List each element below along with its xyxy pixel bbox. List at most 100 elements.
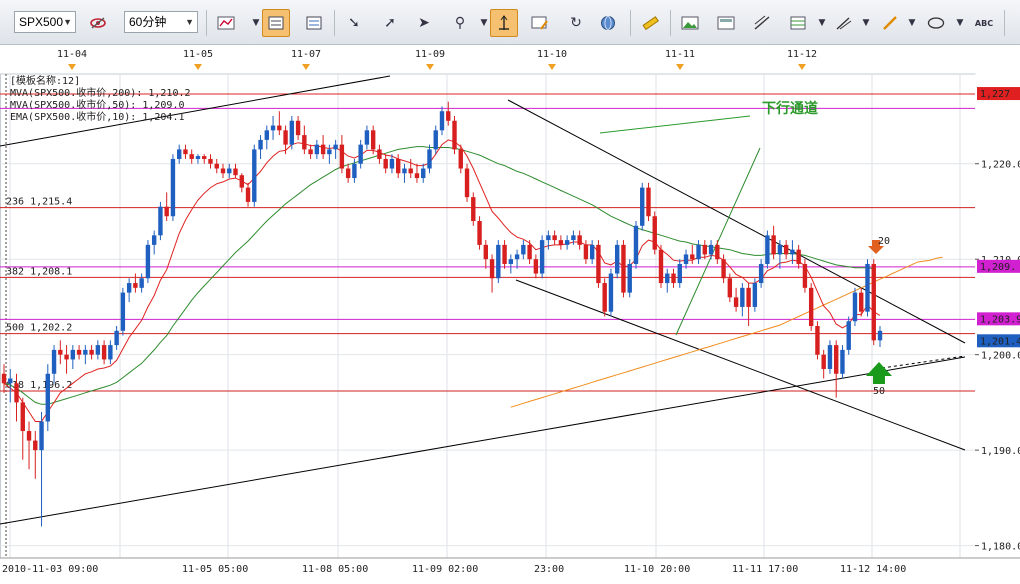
legend-entry: MVA(SPX500.收市价,200): 1,210.2 xyxy=(10,86,191,99)
bar-chart-icon[interactable] xyxy=(212,9,240,37)
pointer-plus-icon[interactable]: ➚ xyxy=(376,9,404,37)
toolbar-separator xyxy=(206,10,207,36)
candle-body xyxy=(777,244,783,255)
globe-icon[interactable] xyxy=(594,9,622,37)
chevron-down-icon: ▼ xyxy=(185,17,194,27)
date-label: 11-11 xyxy=(665,49,695,60)
candle-body xyxy=(158,206,163,236)
candle-body xyxy=(452,120,457,150)
x-tick-label: 2010-11-03 09:00 xyxy=(2,564,98,575)
candle-body xyxy=(539,240,545,274)
candle-body xyxy=(433,130,438,150)
candle-body xyxy=(320,144,326,155)
candle-body xyxy=(733,297,739,307)
candle-body xyxy=(26,431,32,441)
candle-body xyxy=(852,292,858,322)
candle-body xyxy=(477,221,482,245)
candle-body xyxy=(683,254,689,264)
date-label: 11-04 xyxy=(57,49,87,60)
toolbar-separator xyxy=(334,10,335,36)
candle-body xyxy=(45,373,50,422)
image-alt-icon[interactable] xyxy=(712,9,740,37)
candle-body xyxy=(627,263,632,293)
candle-body xyxy=(114,330,119,346)
candle-body xyxy=(133,283,138,288)
candle-body xyxy=(120,292,126,331)
refresh-icon[interactable]: ↻ xyxy=(562,9,590,37)
date-marker-icon xyxy=(68,64,76,70)
price-tag-label: 1,203.9 xyxy=(980,314,1020,325)
candle-body xyxy=(758,263,764,284)
candle-body xyxy=(577,235,582,245)
candle-body xyxy=(471,197,476,222)
cursor-icon[interactable]: ➤ xyxy=(410,9,438,37)
candle-body xyxy=(383,158,388,169)
interval-select[interactable]: 60分钟 ▼ xyxy=(124,11,198,33)
candle-body xyxy=(665,273,670,284)
candle-body xyxy=(589,244,595,260)
candle-body xyxy=(796,249,801,264)
annotation-text: 下行通道 xyxy=(762,100,818,117)
candle-body xyxy=(358,144,363,164)
candle-body xyxy=(8,378,13,384)
symbol-value: SPX500 xyxy=(19,15,64,29)
date-label: 11-05 xyxy=(183,49,213,60)
candle-body xyxy=(702,244,707,255)
toolbar-separator xyxy=(1004,10,1005,36)
candle-body xyxy=(558,240,564,245)
candle-body xyxy=(721,259,726,279)
legend-entry: MVA(SPX500.收市价,50): 1,209.0 xyxy=(10,98,185,111)
candle-body xyxy=(183,149,188,155)
candle-body xyxy=(458,149,463,169)
crosshair-icon[interactable] xyxy=(490,9,518,37)
candle-body xyxy=(227,168,232,174)
eye-off-icon[interactable] xyxy=(84,9,112,37)
candle-body xyxy=(877,330,883,341)
candle-body xyxy=(76,349,82,355)
candle-body xyxy=(202,156,207,159)
candle-body xyxy=(314,144,320,155)
x-tick-label: 11-12 14:00 xyxy=(840,564,906,575)
candle-body xyxy=(446,111,451,121)
candle-body xyxy=(214,163,219,169)
candle-body xyxy=(414,173,420,179)
edit-chart-icon[interactable] xyxy=(526,9,554,37)
date-label: 11-09 xyxy=(415,49,445,60)
text-icon[interactable]: ABC xyxy=(970,9,998,37)
image-icon[interactable] xyxy=(676,9,704,37)
candle-body xyxy=(83,349,88,355)
layout-icon[interactable] xyxy=(262,9,290,37)
layout-alt-icon[interactable] xyxy=(300,9,328,37)
symbol-select[interactable]: SPX500 ▼ xyxy=(14,11,76,33)
candle-body xyxy=(370,130,376,150)
candle-body xyxy=(1,373,7,384)
candle-body xyxy=(151,235,157,245)
candle-body xyxy=(233,168,238,176)
candle-body xyxy=(621,244,626,293)
trend-tool-icon[interactable] xyxy=(748,9,776,37)
toolbar-separator xyxy=(670,10,671,36)
candle-body xyxy=(101,345,107,360)
candle-body xyxy=(39,421,44,451)
candle-body xyxy=(527,244,532,260)
candle-body xyxy=(402,168,407,174)
price-tag-label: 1,201.4 xyxy=(980,336,1020,347)
candle-body xyxy=(277,125,282,131)
candle-body xyxy=(327,149,332,155)
pointer-icon[interactable]: ➘ xyxy=(340,9,368,37)
price-chart[interactable]: 11-04 11-05 11-07 11-09 11-10 11-11 11-12 236 1… xyxy=(0,44,1020,584)
candle-body xyxy=(345,168,351,179)
candle-body xyxy=(533,259,539,274)
x-tick-label: 11-11 17:00 xyxy=(732,564,798,575)
candle-body xyxy=(70,349,76,360)
candle-body xyxy=(633,225,639,264)
candle-body xyxy=(765,235,770,264)
toolbar-separator xyxy=(630,10,631,36)
x-tick-label: 11-09 02:00 xyxy=(412,564,478,575)
candle-body xyxy=(64,354,69,360)
interval-value: 60分钟 xyxy=(129,15,167,29)
candle-body xyxy=(464,168,470,198)
ruler-icon[interactable] xyxy=(636,9,664,37)
y-tick-label: 1,220.0 xyxy=(981,160,1020,171)
y-tick-label: 1,200.0 xyxy=(981,351,1020,362)
